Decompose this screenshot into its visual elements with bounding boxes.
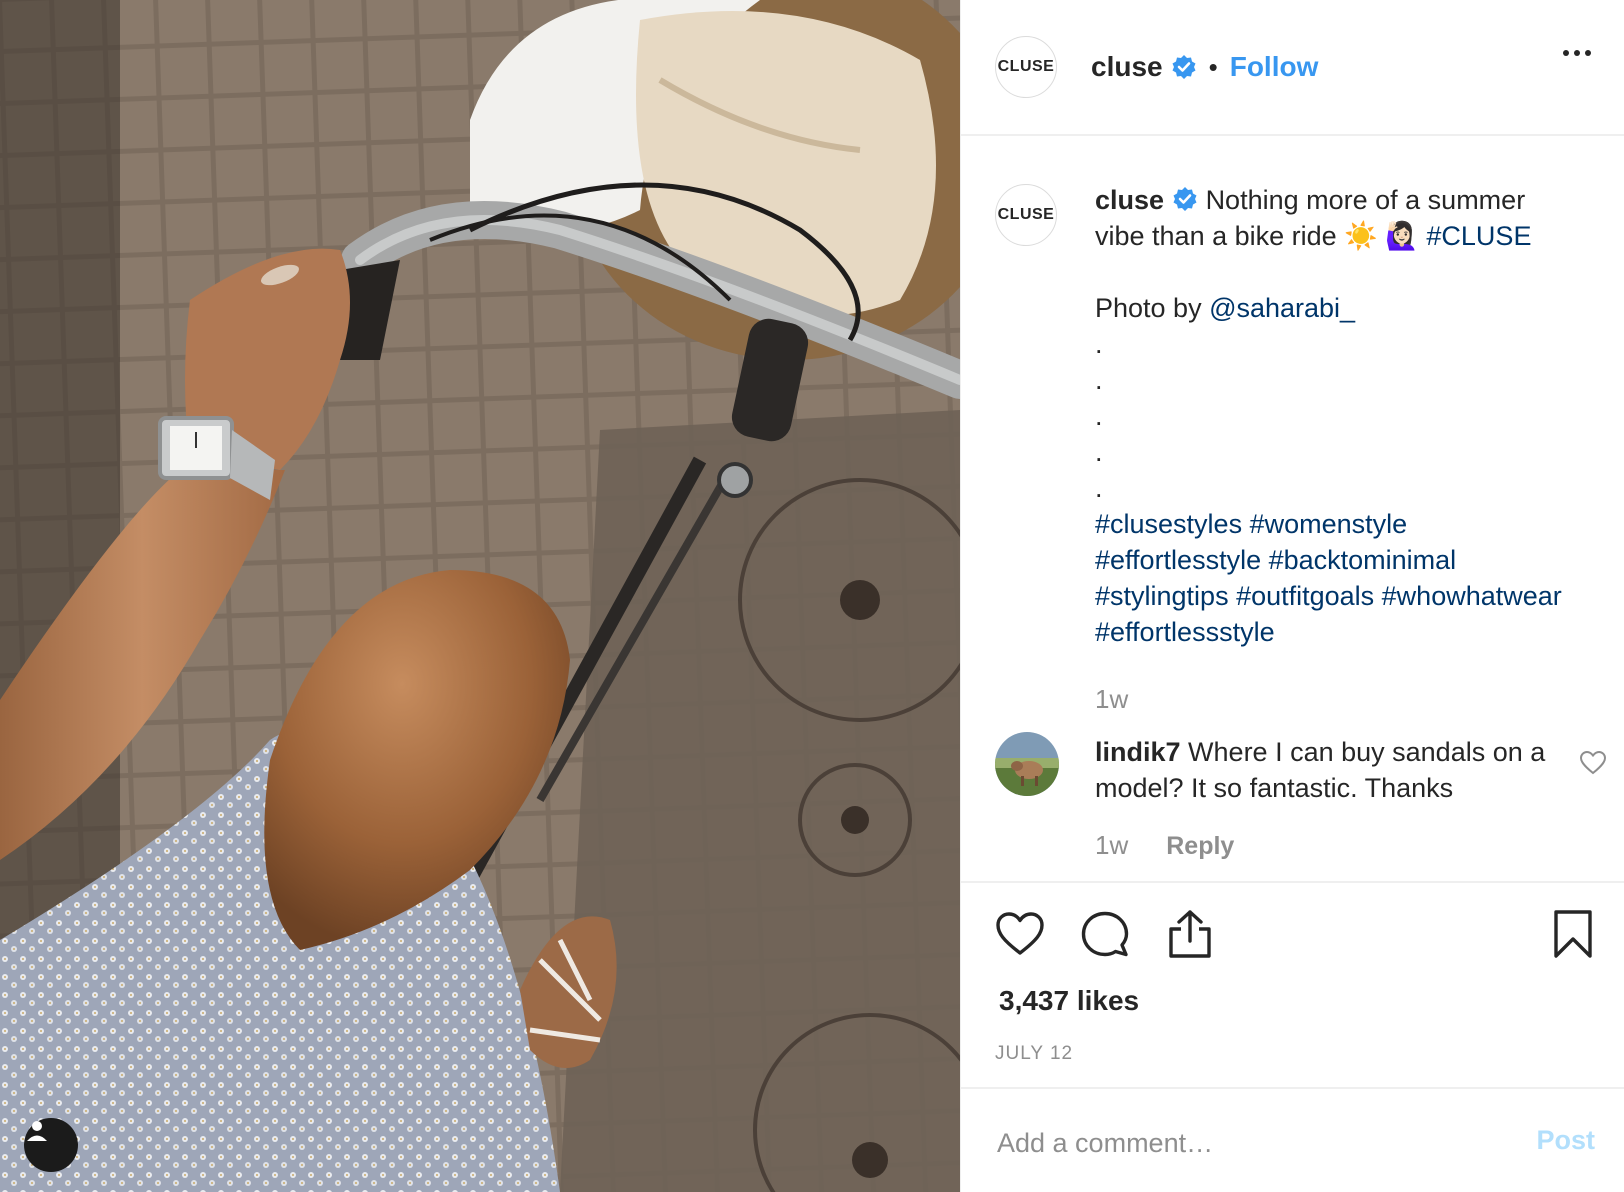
user-tag-icon — [27, 1121, 47, 1141]
user-tag-button[interactable] — [24, 1118, 78, 1172]
brand-avatar[interactable]: CLUSE — [995, 36, 1057, 98]
photo-credit-handle[interactable]: @saharabi_ — [1209, 293, 1355, 323]
caption-username[interactable]: cluse — [1095, 185, 1164, 215]
verified-badge-icon — [1172, 55, 1196, 79]
post-caption: cluse Nothing more of a summer vibe than… — [1095, 182, 1565, 650]
commenter-avatar-image — [995, 732, 1059, 796]
heart-icon[interactable] — [995, 911, 1045, 957]
header-separator: • — [1208, 51, 1218, 82]
follow-button[interactable]: Follow — [1230, 51, 1319, 83]
post-side-panel: CLUSE cluse • Follow CLUSE cluse Nothing… — [960, 0, 1624, 1192]
photo-credit-label: Photo by — [1095, 293, 1210, 323]
comment-body: lindik7 Where I can buy sandals on a mod… — [1095, 734, 1565, 806]
add-comment-bar: Post — [961, 1087, 1624, 1192]
comment-username[interactable]: lindik7 — [1095, 737, 1181, 767]
caption-timestamp: 1w — [1095, 684, 1129, 714]
post-header: CLUSE cluse • Follow — [961, 0, 1624, 136]
comment-icon[interactable] — [1081, 910, 1129, 958]
likes-count[interactable]: 3,437 likes — [999, 985, 1139, 1017]
caption-avatar-text: CLUSE — [997, 206, 1055, 223]
share-icon[interactable] — [1167, 909, 1213, 959]
post-actions: 3,437 likes JULY 12 — [961, 881, 1624, 1087]
post-comment-button[interactable]: Post — [1536, 1125, 1595, 1156]
caption-dots: . . . . . — [1095, 329, 1103, 503]
hashtag-cluse[interactable]: #CLUSE — [1426, 221, 1531, 251]
post-photo[interactable] — [0, 0, 960, 1192]
verified-badge-icon — [1173, 187, 1197, 211]
brand-avatar-text: CLUSE — [997, 58, 1055, 75]
commenter-avatar[interactable] — [995, 732, 1059, 796]
caption-hashtags[interactable]: #clusestyles #womenstyle #effortlesstyle… — [1095, 509, 1562, 647]
header-username[interactable]: cluse — [1091, 51, 1163, 83]
comments-list[interactable]: CLUSE cluse Nothing more of a summer vib… — [961, 136, 1624, 881]
photo-illustration — [0, 0, 960, 1192]
reply-button[interactable]: Reply — [1166, 832, 1234, 861]
bookmark-icon[interactable] — [1553, 909, 1593, 959]
comment-meta: 1w Reply — [1095, 830, 1234, 861]
comment-heart-icon[interactable] — [1579, 750, 1607, 776]
caption-avatar[interactable]: CLUSE — [995, 184, 1057, 246]
comment-input[interactable] — [997, 1123, 1477, 1163]
more-options-icon[interactable] — [1563, 50, 1591, 56]
post-date[interactable]: JULY 12 — [995, 1043, 1073, 1065]
comment-timestamp: 1w — [1095, 830, 1129, 860]
